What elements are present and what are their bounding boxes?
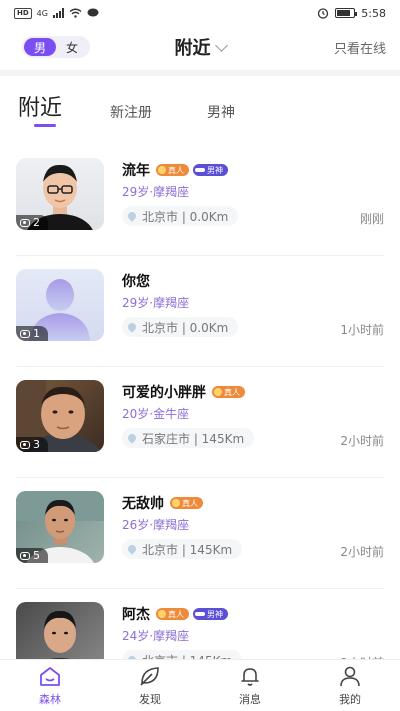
tab-new-register[interactable]: 新注册 <box>110 102 152 122</box>
alarm-icon <box>318 8 329 19</box>
badge-label: 真人 <box>224 387 240 397</box>
active-tab-indicator <box>34 124 56 127</box>
nav-label: 我的 <box>339 692 361 706</box>
list-item[interactable]: 1 你您 29岁·摩羯座 北京市 | 0.0Km 1小时前 <box>0 256 400 367</box>
real-person-badge: 真人 <box>156 164 189 176</box>
header-divider <box>0 70 400 76</box>
verified-icon <box>172 499 180 507</box>
camera-icon <box>20 440 30 449</box>
person-icon <box>340 666 360 686</box>
location-text: 北京市 | 0.0Km <box>142 209 229 224</box>
bell-icon <box>241 667 259 686</box>
location-pin-icon <box>126 321 138 333</box>
photo-count-value: 2 <box>33 216 40 229</box>
real-person-badge: 真人 <box>170 497 203 509</box>
avatar[interactable]: 2 <box>16 158 104 230</box>
male-god-badge: 男神 <box>193 608 228 620</box>
mustache-icon <box>195 168 205 172</box>
location-pin-icon <box>126 210 138 222</box>
verified-icon <box>158 166 166 174</box>
badge-label: 男神 <box>207 165 223 175</box>
mustache-icon <box>195 612 205 616</box>
real-person-badge: 真人 <box>212 386 245 398</box>
network-type: 4G <box>36 8 48 18</box>
badge-label: 真人 <box>168 609 184 619</box>
status-bar: HD 4G 5:58 <box>0 0 400 26</box>
photo-count: 1 <box>16 326 48 341</box>
list-item[interactable]: 3 可爱的小胖胖 真人 20岁·金牛座 石家庄市 | 145Km 2小时前 <box>0 367 400 478</box>
badge-label: 男神 <box>207 609 223 619</box>
age-zodiac: 24岁·摩羯座 <box>122 629 190 643</box>
list-item[interactable]: 2 流年 真人 男神 29岁·摩羯座 北京市 | 0.0Km 刚刚 <box>0 145 400 256</box>
nav-label: 发现 <box>139 692 161 706</box>
photo-count-value: 3 <box>33 438 40 451</box>
photo-count-value: 1 <box>33 327 40 340</box>
chat-icon <box>87 8 99 17</box>
avatar[interactable]: 5 <box>16 491 104 563</box>
list-item[interactable]: 5 无敌帅 真人 26岁·摩羯座 北京市 | 145Km 2小时前 <box>0 478 400 589</box>
photo-count: 5 <box>16 548 48 563</box>
age-zodiac: 26岁·摩羯座 <box>122 518 190 532</box>
home-icon <box>40 666 60 686</box>
avatar[interactable]: 1 <box>16 269 104 341</box>
camera-icon <box>20 551 30 560</box>
last-active-time: 1小时前 <box>340 323 384 337</box>
location-pill: 北京市 | 145Km <box>122 539 243 559</box>
battery-icon <box>335 8 358 18</box>
wifi-icon <box>69 8 82 18</box>
male-god-badge: 男神 <box>193 164 228 176</box>
online-only-filter[interactable]: 只看在线 <box>334 38 386 57</box>
photo-count: 2 <box>16 215 48 230</box>
nav-profile[interactable]: 我的 <box>300 660 400 711</box>
last-active-time: 2小时前 <box>340 545 384 559</box>
verified-icon <box>158 610 166 618</box>
tab-nearby[interactable]: 附近 <box>18 90 62 122</box>
nav-discover[interactable]: 发现 <box>100 660 200 711</box>
location-pill: 北京市 | 0.0Km <box>122 317 239 337</box>
chevron-down-icon[interactable] <box>214 38 228 52</box>
page-title[interactable]: 附近 <box>175 34 211 60</box>
verified-icon <box>214 388 222 396</box>
badge-label: 真人 <box>168 165 184 175</box>
user-name: 你您 <box>122 274 150 290</box>
user-list: 2 流年 真人 男神 29岁·摩羯座 北京市 | 0.0Km 刚刚 1 你您 2… <box>0 145 400 700</box>
location-text: 北京市 | 0.0Km <box>142 320 229 335</box>
last-active-time: 刚刚 <box>359 212 384 226</box>
user-name: 阿杰 <box>122 607 150 623</box>
age-zodiac: 29岁·摩羯座 <box>122 185 190 199</box>
real-person-badge: 真人 <box>156 608 189 620</box>
location-pin-icon <box>126 432 138 444</box>
leaf-icon <box>140 666 159 686</box>
status-time: 5:58 <box>361 6 386 20</box>
location-text: 北京市 | 145Km <box>142 542 233 557</box>
photo-count: 3 <box>16 437 48 452</box>
nav-messages[interactable]: 消息 <box>200 660 300 711</box>
hd-indicator: HD <box>14 7 32 19</box>
bottom-nav: 森林 发现 消息 我的 <box>0 659 400 711</box>
nav-label: 森林 <box>39 692 61 706</box>
tab-male-god[interactable]: 男神 <box>207 102 235 122</box>
location-text: 石家庄市 | 145Km <box>142 431 245 446</box>
tab-bar: 附近 新注册 男神 <box>0 90 400 130</box>
age-zodiac: 29岁·摩羯座 <box>122 296 190 310</box>
location-pin-icon <box>126 543 138 555</box>
user-name: 可爱的小胖胖 <box>122 385 206 401</box>
age-zodiac: 20岁·金牛座 <box>122 407 190 421</box>
signal-icon <box>52 8 64 18</box>
camera-icon <box>20 218 30 227</box>
camera-icon <box>20 329 30 338</box>
nav-label: 消息 <box>239 692 261 706</box>
user-name: 无敌帅 <box>122 496 164 512</box>
badge-label: 真人 <box>182 498 198 508</box>
last-active-time: 2小时前 <box>340 434 384 448</box>
avatar[interactable]: 3 <box>16 380 104 452</box>
nav-forest[interactable]: 森林 <box>0 660 100 711</box>
user-name: 流年 <box>122 163 150 179</box>
location-pill: 石家庄市 | 145Km <box>122 428 255 448</box>
top-header: 男 女 附近 只看在线 <box>0 26 400 70</box>
photo-count-value: 5 <box>33 549 40 562</box>
location-pill: 北京市 | 0.0Km <box>122 206 239 226</box>
